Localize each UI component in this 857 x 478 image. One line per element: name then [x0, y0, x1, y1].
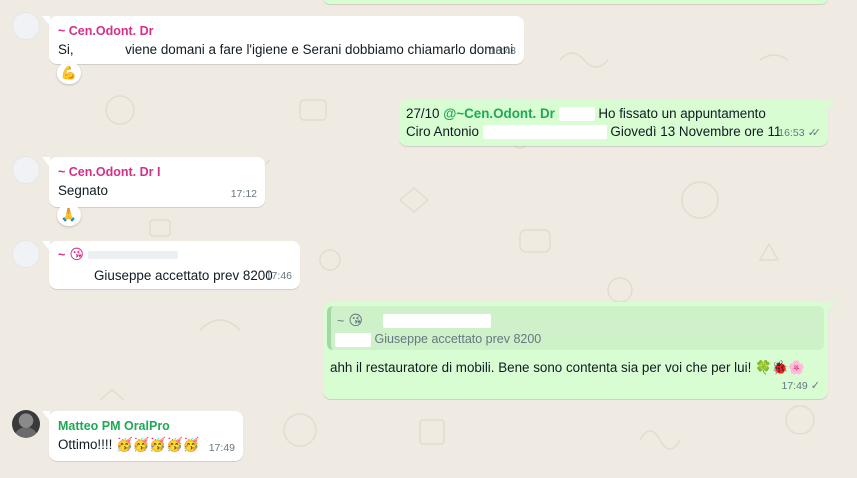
message-text-prefix: Si,: [58, 42, 74, 57]
redacted-name: [77, 43, 122, 58]
message-text: Ottimo!!!!: [58, 437, 113, 452]
time-label: 17:46: [265, 270, 292, 282]
sender-name[interactable]: ~ 😘: [58, 247, 178, 263]
message-bubble-partial: [323, 0, 828, 4]
folded-hands-icon: 🙏: [60, 207, 78, 223]
message-date: 27/10: [406, 106, 440, 121]
mention-link[interactable]: @~Cen.Odont. Dr: [443, 106, 555, 121]
redacted-name: [558, 107, 595, 122]
message-list: ~ Cen.Odont. Dr Si, viene domani a fare …: [0, 0, 857, 478]
message-bubble[interactable]: ~ 😘 Giuseppe accettato prev 8200 17:46: [42, 241, 300, 289]
message-time: 16:53 ✓✓: [778, 124, 822, 142]
time-label: 16:53: [778, 127, 805, 139]
partying-face-icon: 🥳🥳🥳🥳🥳: [116, 438, 200, 453]
quoted-text: Giuseppe accettato prev 8200: [374, 332, 542, 346]
message-time: 17:49: [209, 439, 235, 457]
sender-name[interactable]: ~ Cen.Odont. Dr: [58, 23, 154, 39]
time-label: 17:49: [208, 442, 235, 454]
quoted-message[interactable]: ~ 😘 Giuseppe accettato prev 8200: [327, 306, 824, 350]
bubble-tail: [827, 302, 835, 312]
quoted-sender-prefix: ~: [337, 314, 345, 328]
redacted-phone: [382, 314, 491, 328]
redacted-name: [482, 125, 607, 140]
message-bubble[interactable]: 27/10 @~Cen.Odont. Dr Ho fissato un appu…: [399, 100, 835, 146]
redacted-name: [335, 332, 371, 347]
message-time: 17:49 ✓: [782, 377, 821, 395]
message-text-row: ahh il restauratore di mobili. Bene sono…: [330, 359, 805, 378]
patient-name: Ciro Antonio: [406, 124, 479, 139]
message-line-2: Ciro Antonio Giovedì 13 Novembre ore 11: [406, 123, 781, 141]
sender-prefix: ~: [58, 248, 66, 262]
sender-name[interactable]: Matteo PM OralPro: [58, 418, 170, 434]
time-label: 17:49: [781, 380, 808, 392]
bubble-tail: [42, 16, 50, 26]
avatar[interactable]: [12, 410, 40, 438]
message-text: Giuseppe accettato prev 8200: [94, 268, 273, 283]
avatar[interactable]: [12, 12, 40, 40]
clover-ladybug-blossom-icon: 🍀🐞🌸: [755, 361, 806, 376]
message-bubble[interactable]: ~ Cen.Odont. Dr Si, viene domani a fare …: [42, 16, 524, 64]
message-time: 17:12: [231, 185, 257, 203]
quoted-sender: ~ 😘: [337, 312, 491, 330]
message-text-suffix: viene domani a fare l'igiene e Serani do…: [125, 42, 514, 57]
message-line-1: 27/10 @~Cen.Odont. Dr Ho fissato un appu…: [406, 105, 766, 123]
appointment-date: Giovedì 13 Novembre ore 11: [610, 124, 782, 139]
message-text: ahh il restauratore di mobili. Bene sono…: [330, 360, 752, 375]
avatar[interactable]: [12, 240, 40, 268]
message-bubble[interactable]: Matteo PM OralPro Ottimo!!!! 🥳🥳🥳🥳🥳 17:49: [42, 411, 243, 461]
message-text: Ho fissato un appuntamento: [598, 106, 766, 121]
quoted-text-row: Giuseppe accettato prev 8200: [335, 330, 541, 348]
message-text: Segnato: [58, 183, 108, 198]
kissing-face-icon: 😘: [348, 313, 363, 329]
reaction-badge[interactable]: 💪: [57, 62, 81, 84]
double-check-icon: ✓✓: [807, 127, 822, 139]
message-time: 16:43: [490, 42, 516, 60]
bubble-tail: [42, 157, 50, 167]
message-time: 17:46: [266, 267, 292, 285]
redacted-phone: [87, 251, 178, 259]
time-label: 17:12: [230, 188, 257, 200]
message-bubble[interactable]: ~ Cen.Odont. Dr I Segnato 17:12: [42, 157, 265, 207]
avatar[interactable]: [12, 156, 40, 184]
bubble-tail: [42, 241, 50, 251]
single-check-icon: ✓: [810, 380, 820, 392]
message-text: Si, viene domani a fare l'igiene e Seran…: [58, 41, 513, 59]
message-bubble[interactable]: ~ 😘 Giuseppe accettato prev 8200 ahh il …: [323, 302, 835, 399]
sender-name[interactable]: ~ Cen.Odont. Dr I: [58, 164, 160, 180]
bubble-tail: [827, 100, 835, 110]
reaction-badge[interactable]: 🙏: [57, 204, 81, 226]
kissing-face-icon: 😘: [69, 247, 84, 263]
bubble-tail: [42, 411, 50, 421]
message-text-row: Ottimo!!!! 🥳🥳🥳🥳🥳: [58, 436, 199, 455]
time-label: 16:43: [489, 45, 516, 57]
flexed-biceps-icon: 💪: [60, 65, 78, 81]
